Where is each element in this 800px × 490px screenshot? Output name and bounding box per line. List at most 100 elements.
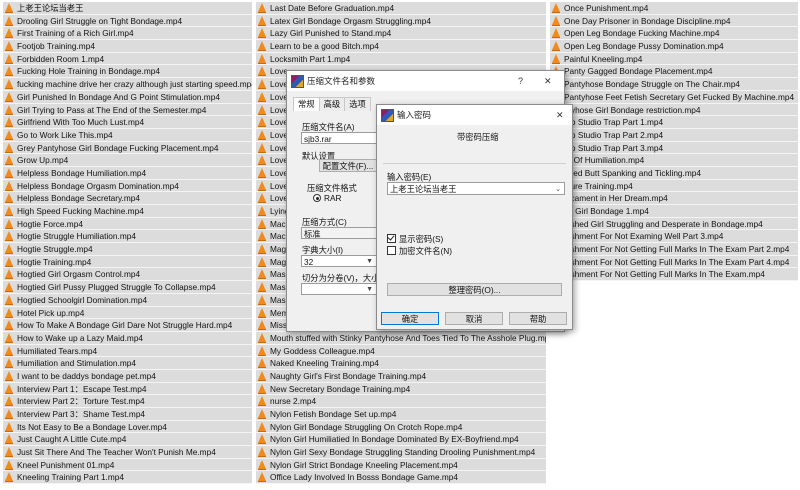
file-row[interactable]: Nylon Fetish Bondage Set up.mp4 (256, 408, 546, 421)
file-row[interactable]: nishment For Not Getting Full Marks In T… (550, 255, 798, 269)
file-row[interactable]: Fucking Hole Training in Bondage.mp4 (3, 65, 252, 79)
organize-passwords-button[interactable]: 整理密码(O)... (387, 283, 562, 296)
file-row[interactable]: dicament in Her Dream.mp4 (550, 192, 798, 205)
file-row[interactable]: New Secretary Bondage Training.mp4 (256, 382, 546, 396)
file-row[interactable]: Drooling Girl Struggle on Tight Bondage.… (3, 14, 252, 28)
file-row[interactable]: Girl Punished In Bondage And G Point Sti… (3, 90, 252, 104)
file-row[interactable]: Nylon Girl Humiliatied In Bondage Domina… (256, 433, 546, 447)
file-row[interactable]: Open Leg Bondage Pussy Domination.mp4 (550, 40, 798, 53)
password-input[interactable]: 上老王论坛当老王 ⌄ (387, 182, 565, 195)
file-row[interactable]: oto Studio Trap Part 1.mp4 (550, 116, 798, 129)
file-row[interactable]: Locksmith Part 1.mp4 (256, 52, 546, 66)
file-row[interactable]: Nylon Girl Bondage Struggling On Crotch … (256, 420, 546, 434)
file-name: Nylon Girl Bondage Struggling On Crotch … (270, 421, 463, 432)
profiles-button[interactable]: 配置文件(F)... (319, 159, 377, 172)
file-row[interactable]: Latex Girl Bondage Orgasm Struggling.mp4 (256, 14, 546, 28)
file-row[interactable]: Pantyhose Bondage Struggle on The Chair.… (550, 78, 798, 91)
file-row[interactable]: Learn to be a good Bitch.mp4 (256, 40, 546, 53)
file-row[interactable]: Painful Kneeling.mp4 (550, 52, 798, 66)
file-row[interactable]: sture Training.mp4 (550, 179, 798, 193)
file-row[interactable]: tty Girl Bondage 1.mp4 (550, 205, 798, 218)
ok-button[interactable]: 确定 (381, 312, 439, 325)
file-row[interactable]: High Speed Fucking Machine.mp4 (3, 205, 252, 218)
file-row[interactable]: Naughty Girl's First Bondage Training.mp… (256, 369, 546, 383)
file-row[interactable]: oto Studio Trap Part 2.mp4 (550, 128, 798, 142)
tab-general[interactable]: 常规 (293, 97, 320, 111)
file-row[interactable]: gged Butt Spanking and Tickling.mp4 (550, 166, 798, 180)
file-row[interactable]: Hogtied Schoolgirl Domination.mp4 (3, 293, 252, 307)
file-row[interactable]: Interview Part 2：Torture Test.mp4 (3, 395, 252, 408)
password-titlebar: 输入密码 ✕ (377, 105, 572, 125)
file-row[interactable]: Footjob Training.mp4 (3, 40, 252, 53)
file-row[interactable]: How to Wake up a Lazy Maid.mp4 (3, 331, 252, 345)
format-rar-radio[interactable]: RAR (313, 193, 342, 203)
file-row[interactable]: Helpless Bondage Secretary.mp4 (3, 192, 252, 205)
file-row[interactable]: Nylon Girl Sexy Bondage Struggling Stand… (256, 446, 546, 459)
file-row[interactable]: nurse 2.mp4 (256, 395, 546, 408)
file-row[interactable]: Hogtie Training.mp4 (3, 255, 252, 269)
file-row[interactable]: Once Punishment.mp4 (550, 2, 798, 15)
file-row[interactable]: Hotel Pick up.mp4 (3, 306, 252, 320)
file-row[interactable]: Panty Gagged Bondage Placement.mp4 (550, 65, 798, 79)
file-row[interactable]: er Of Humiliation.mp4 (550, 154, 798, 167)
format-rar-label: RAR (324, 193, 342, 203)
close-icon[interactable]: ✕ (544, 71, 552, 91)
cancel-button[interactable]: 取消 (445, 312, 503, 325)
file-row[interactable]: nishment For Not Examing Well Part 3.mp4 (550, 230, 798, 244)
file-row[interactable]: nishment For Not Getting Full Marks In T… (550, 268, 798, 282)
file-row[interactable]: Kneeling Training Part 1.mp4 (3, 471, 252, 485)
tab-advanced[interactable]: 高级 (318, 97, 346, 111)
file-row[interactable]: Lazy Girl Punished to Stand.mp4 (256, 27, 546, 41)
file-row[interactable]: Pantyhose Feet Fetish Secretary Get Fuck… (550, 90, 798, 104)
file-row[interactable]: 上老王论坛当老王 (3, 2, 252, 15)
method-select[interactable]: 标准 (301, 227, 377, 239)
split-volumes-select[interactable]: ▼ (301, 283, 377, 295)
file-row[interactable]: Humiliation and Stimulation.mp4 (3, 357, 252, 370)
file-row[interactable]: Hogtie Struggle.mp4 (3, 243, 252, 256)
file-row[interactable]: Grey Pantyhose Girl Bondage Fucking Plac… (3, 141, 252, 155)
file-row[interactable]: Go to Work Like This.mp4 (3, 128, 252, 142)
file-row[interactable]: Just Sit There And The Teacher Won't Pun… (3, 446, 252, 459)
help-icon[interactable]: ? (518, 71, 523, 91)
file-row[interactable]: Helpless Bondage Orgasm Domination.mp4 (3, 179, 252, 193)
file-row[interactable]: Last Date Before Graduation.mp4 (256, 2, 546, 15)
file-row[interactable]: Girl Trying to Pass at The End of the Se… (3, 103, 252, 117)
file-row[interactable]: Interview Part 1：Escape Test.mp4 (3, 382, 252, 396)
tab-options[interactable]: 选项 (344, 97, 371, 111)
file-row[interactable]: Hogtied Girl Pussy Plugged Struggle To C… (3, 281, 252, 294)
file-row[interactable]: One Day Prisoner in Bondage Discipline.m… (550, 14, 798, 28)
file-row[interactable]: Grow Up.mp4 (3, 154, 252, 167)
file-row[interactable]: Hogtied Girl Orgasm Control.mp4 (3, 268, 252, 282)
file-row[interactable]: Just Caught A Little Cute.mp4 (3, 433, 252, 447)
file-row[interactable]: Humiliated Tears.mp4 (3, 344, 252, 358)
file-row[interactable]: Kneel Punishment 01.mp4 (3, 458, 252, 472)
encrypt-names-checkbox[interactable]: 加密文件名(N) (387, 245, 452, 257)
file-row[interactable]: Hogtie Force.mp4 (3, 217, 252, 231)
file-row[interactable]: Hogtie Struggle Humiliation.mp4 (3, 230, 252, 244)
archive-name-input[interactable]: sjb3.rar (301, 132, 377, 144)
file-row[interactable]: Helpless Bondage Humiliation.mp4 (3, 166, 252, 180)
file-row[interactable]: Interview Part 3：Shame Test.mp4 (3, 408, 252, 421)
file-row[interactable]: Mouth stuffed with Stinky Pantyhose And … (256, 331, 546, 345)
file-row[interactable]: fucking machine drive her crazy although… (3, 78, 252, 91)
vlc-file-icon (258, 167, 266, 178)
file-row[interactable]: How To Make A Bondage Girl Dare Not Stru… (3, 319, 252, 332)
file-row[interactable]: Office Lady Involved In Bosss Bondage Ga… (256, 471, 546, 485)
file-row[interactable]: Its Not Easy to Be a Bondage Lover.mp4 (3, 420, 252, 434)
file-row[interactable]: I want to be daddys bondage pet.mp4 (3, 369, 252, 383)
help-button[interactable]: 帮助 (509, 312, 567, 325)
file-row[interactable]: Naked Kneeling Training.mp4 (256, 357, 546, 370)
close-icon[interactable]: ✕ (556, 105, 564, 125)
file-row[interactable]: First Training of a Rich Girl.mp4 (3, 27, 252, 41)
show-password-checkbox[interactable]: 显示密码(S) (387, 233, 443, 245)
file-row[interactable]: Nylon Girl Strict Bondage Kneeling Place… (256, 458, 546, 472)
file-row[interactable]: oto Studio Trap Part 3.mp4 (550, 141, 798, 155)
file-row[interactable]: Forbidden Room 1.mp4 (3, 52, 252, 66)
file-row[interactable]: Open Leg Bondage Fucking Machine.mp4 (550, 27, 798, 41)
file-row[interactable]: nishment For Not Getting Full Marks In T… (550, 243, 798, 256)
file-row[interactable]: Girlfriend With Too Much Lust.mp4 (3, 116, 252, 129)
file-row[interactable]: ntyhose Girl Bondage restriction.mp4 (550, 103, 798, 117)
file-row[interactable]: nished Girl Struggling and Desperate in … (550, 217, 798, 231)
file-row[interactable]: My Goddess Colleague.mp4 (256, 344, 546, 358)
dict-size-select[interactable]: 32 ▼ (301, 255, 377, 267)
